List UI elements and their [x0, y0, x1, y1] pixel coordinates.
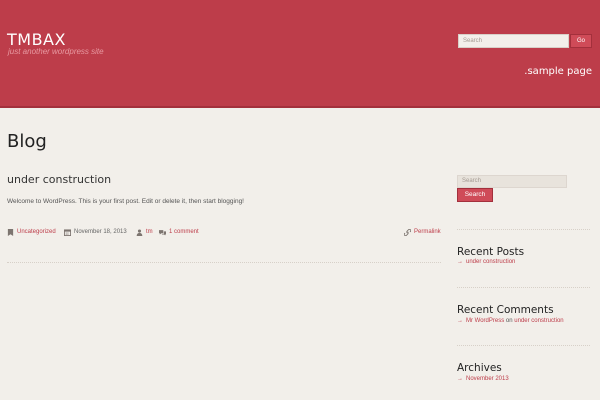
post-title[interactable]: under construction	[7, 173, 111, 187]
category-link[interactable]: Uncategorized	[17, 228, 56, 236]
arrow-icon: →	[457, 376, 463, 382]
header-search-input[interactable]: Search	[458, 34, 569, 48]
post-comments: 1 comment	[159, 228, 199, 236]
archive-link[interactable]: November 2013	[466, 376, 509, 382]
sidebar-divider	[457, 345, 590, 346]
sidebar-divider	[457, 287, 590, 288]
comment-author-link[interactable]: Mr WordPress	[466, 318, 504, 324]
comment-post-link[interactable]: under construction	[514, 318, 563, 324]
post-divider	[7, 262, 441, 263]
sidebar-divider	[457, 229, 590, 230]
sidebar-search-input[interactable]: Search	[457, 175, 567, 188]
post-excerpt: Welcome to WordPress. This is your first…	[7, 198, 244, 205]
nav-item-sample-page[interactable]: .sample page	[524, 66, 592, 78]
post-category: Uncategorized	[7, 228, 56, 236]
recent-post-link[interactable]: under construction	[466, 259, 515, 265]
post-author: tm	[136, 228, 153, 236]
comments-link[interactable]: 1 comment	[169, 228, 199, 236]
user-icon	[136, 228, 143, 236]
tag-icon	[7, 228, 14, 236]
sidebar-search-button[interactable]: Search	[457, 188, 493, 202]
comment-on-text: on	[505, 318, 513, 324]
comment-icon	[159, 229, 166, 235]
archive-item: → November 2013	[457, 375, 509, 383]
site-tagline: just another wordpress site	[8, 47, 104, 56]
date-text: November 18, 2013	[74, 229, 127, 235]
header-search-button[interactable]: Go	[570, 34, 592, 48]
calendar-icon	[64, 228, 71, 236]
recent-comment-item: → Mr WordPress on under construction	[457, 317, 564, 325]
recent-comments-title: Recent Comments	[457, 304, 554, 316]
page-title: Blog	[7, 131, 47, 152]
author-link[interactable]: tm	[146, 228, 153, 236]
permalink-link[interactable]: Permalink	[414, 228, 441, 236]
post-date: November 18, 2013	[64, 228, 127, 236]
arrow-icon: →	[457, 259, 463, 265]
recent-post-item: → under construction	[457, 258, 515, 266]
site-header: TMBAX just another wordpress site Search…	[0, 0, 600, 108]
arrow-icon: →	[457, 318, 463, 324]
archives-title: Archives	[457, 362, 502, 374]
link-icon	[404, 228, 411, 236]
post-permalink: Permalink	[404, 228, 441, 236]
